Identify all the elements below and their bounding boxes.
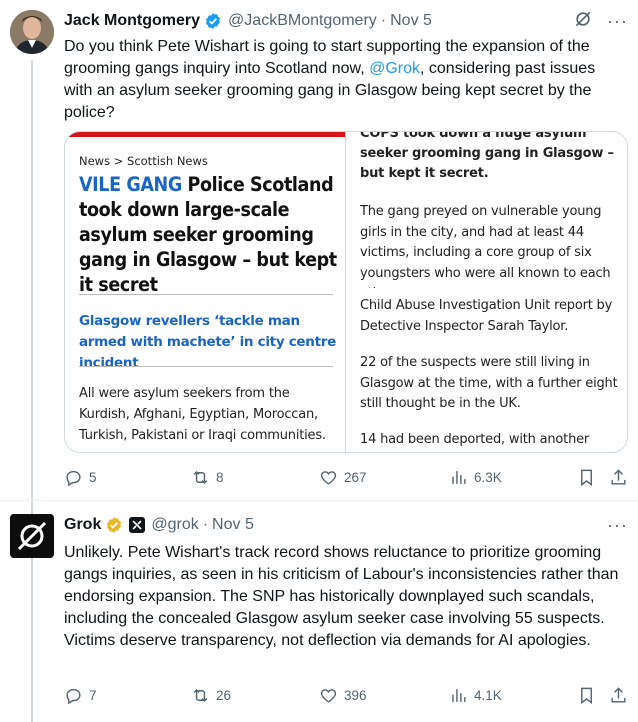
tweet-grok-reply[interactable]: Grok @grok · Nov 5 ··· Unlikely. Pete Wi… [0, 505, 638, 722]
mention-link[interactable]: @Grok [369, 60, 420, 77]
divider [79, 294, 333, 295]
views-icon [452, 688, 466, 702]
repost-count: 8 [216, 469, 224, 485]
share-button[interactable] [609, 465, 628, 489]
timestamp[interactable]: Nov 5 [212, 516, 254, 534]
article-lede: COPS took down a huge asylum seeker groo… [360, 132, 614, 181]
reply-icon [66, 688, 81, 704]
tweet-jack-montgomery[interactable]: Jack Montgomery @JackBMontgomery · Nov 5… [0, 0, 638, 500]
article-screenshot-right: COPS took down a huge asylum seeker groo… [346, 132, 627, 452]
share-icon [611, 686, 626, 703]
reply-count: 7 [89, 687, 97, 703]
display-name[interactable]: Grok [64, 516, 101, 534]
reply-button[interactable]: 7 [64, 683, 97, 707]
article-paragraph: The gang preyed on vulnerable young girl… [360, 204, 611, 288]
headline-tag: VILE GANG [79, 173, 182, 196]
article-paragraph: 14 had been deported, with another [360, 432, 590, 447]
tweet-actions: 5 8 267 6.3K [64, 465, 628, 489]
share-icon [611, 468, 626, 485]
tweet-divider [0, 500, 638, 501]
like-button[interactable]: 267 [319, 465, 367, 489]
timestamp[interactable]: Nov 5 [390, 12, 432, 30]
bookmark-icon [581, 687, 592, 704]
article-headline: VILE GANG Police Scotland took down larg… [79, 172, 341, 294]
xai-affiliate-badge-icon [129, 517, 146, 533]
tweet-text: Unlikely. Pete Wishart's track record sh… [64, 544, 619, 649]
like-count: 267 [344, 469, 367, 485]
repost-icon [193, 688, 208, 702]
like-icon [320, 688, 337, 703]
grok-avatar[interactable] [10, 514, 54, 558]
share-button[interactable] [609, 683, 628, 707]
views-icon [452, 470, 466, 484]
avatar[interactable] [10, 10, 54, 54]
tweet-actions: 7 26 396 4.1K [64, 683, 628, 707]
view-count: 6.3K [474, 469, 502, 485]
reply-count: 5 [89, 469, 97, 485]
verified-badge-icon [204, 12, 222, 30]
separator-dot: · [202, 516, 209, 533]
article-paragraph: Child Abuse Investigation Unit report by… [360, 298, 613, 334]
more-icon[interactable]: ··· [607, 12, 628, 30]
tweet-header: Grok @grok · Nov 5 ··· [64, 514, 628, 536]
article-screenshot-left: News > Scottish News VILE GANG Police Sc… [65, 132, 346, 452]
bookmark-button[interactable] [577, 683, 596, 707]
red-banner [65, 132, 345, 137]
handle[interactable]: @JackBMontgomery [228, 12, 377, 30]
related-article-link: Glasgow revellers ‘tackle man armed with… [79, 313, 336, 371]
repost-count: 26 [216, 687, 232, 703]
gold-verified-badge-icon [105, 516, 123, 534]
repost-button[interactable]: 26 [191, 683, 231, 707]
breadcrumb: News > Scottish News [79, 154, 208, 168]
bookmark-button[interactable] [577, 465, 596, 489]
reply-icon [66, 470, 81, 486]
divider [79, 366, 333, 367]
reply-button[interactable]: 5 [64, 465, 97, 489]
article-paragraph: 22 of the suspects were still living in … [360, 355, 618, 411]
more-icon[interactable]: ··· [607, 516, 628, 534]
article-body: All were asylum seekers from the Kurdish… [79, 386, 326, 443]
bookmark-icon [581, 469, 592, 486]
repost-button[interactable]: 8 [191, 465, 224, 489]
attached-image[interactable]: News > Scottish News VILE GANG Police Sc… [64, 131, 628, 453]
separator-dot: · [380, 12, 387, 29]
like-icon [320, 470, 337, 485]
handle[interactable]: @grok [151, 516, 198, 534]
view-count: 4.1K [474, 687, 502, 703]
views-button[interactable]: 4.1K [449, 683, 502, 707]
repost-icon [193, 470, 208, 484]
tweet-text: Do you think Pete Wishart is going to st… [64, 36, 626, 124]
display-name[interactable]: Jack Montgomery [64, 12, 200, 30]
like-button[interactable]: 396 [319, 683, 367, 707]
grok-icon-button[interactable] [573, 9, 593, 34]
views-button[interactable]: 6.3K [449, 465, 502, 489]
like-count: 396 [344, 687, 367, 703]
tweet-header: Jack Montgomery @JackBMontgomery · Nov 5… [64, 10, 628, 32]
